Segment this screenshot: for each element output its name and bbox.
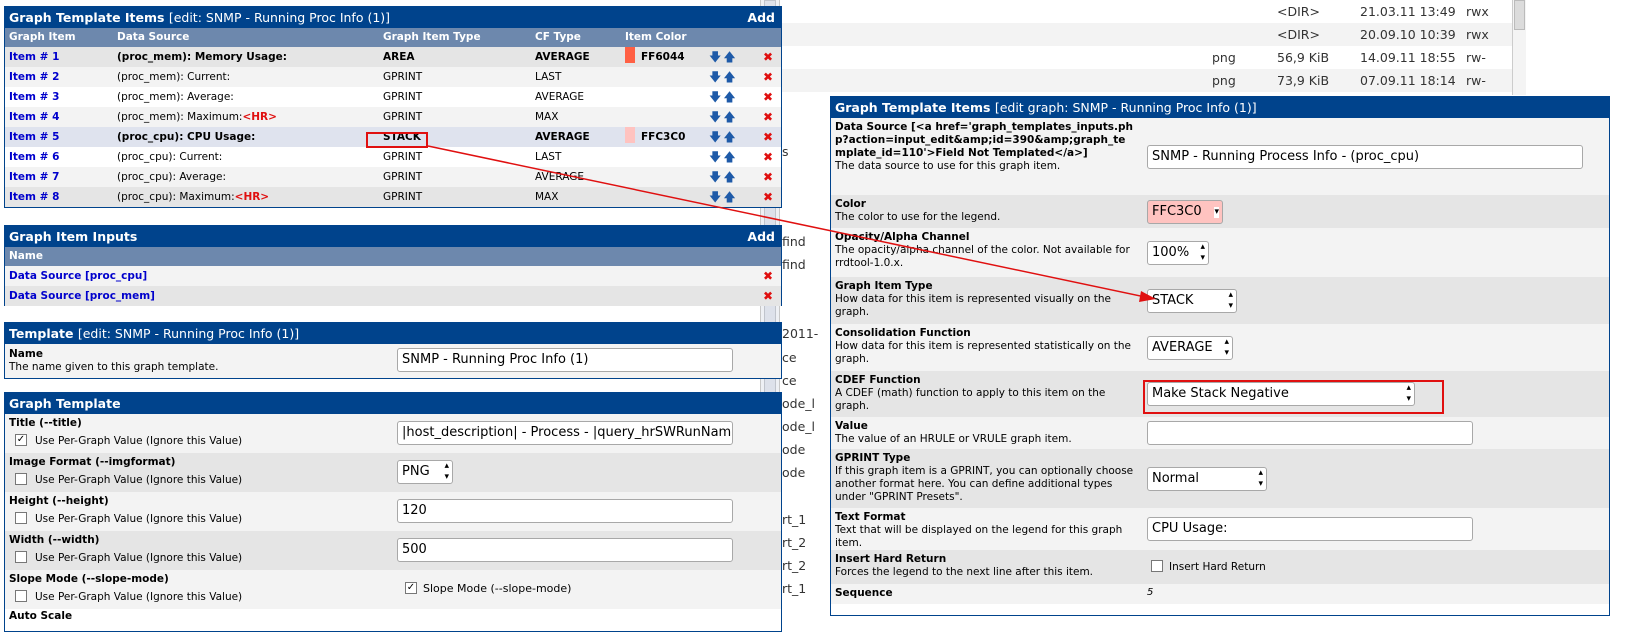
annotation-arrow [427, 145, 1156, 302]
